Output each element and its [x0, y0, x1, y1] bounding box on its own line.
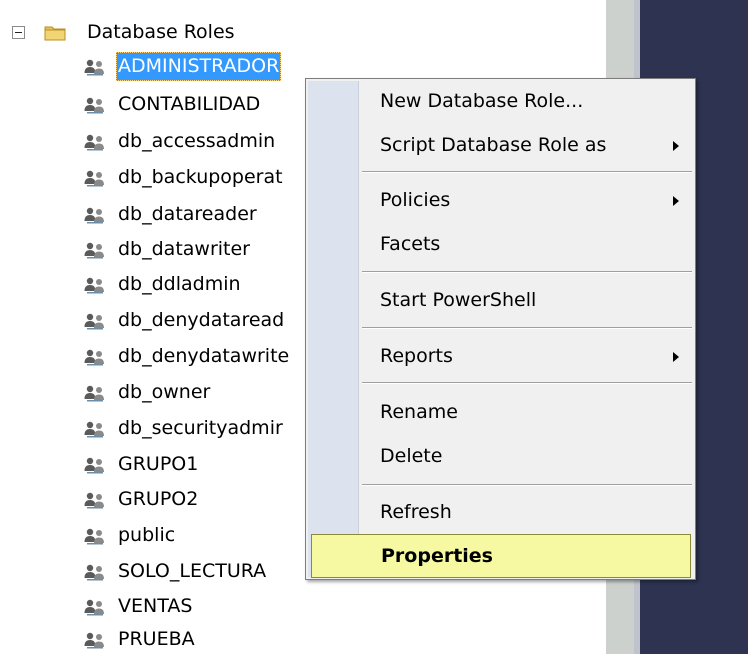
database-role-icon [84, 528, 104, 545]
database-role-icon [84, 170, 104, 187]
menu-separator [362, 484, 692, 486]
database-role-icon [84, 349, 104, 366]
database-role-icon [84, 421, 104, 438]
menu-item-rename[interactable]: Rename [308, 390, 693, 434]
menu-item-start-powershell[interactable]: Start PowerShell [308, 278, 693, 322]
menu-item-label: Refresh [380, 501, 452, 523]
collapse-minus-icon[interactable] [12, 26, 25, 39]
folder-icon [44, 26, 66, 41]
role-label: db_backupoperat [118, 166, 283, 188]
database-role-icon [84, 207, 104, 224]
role-label: SOLO_LECTURA [118, 560, 267, 582]
menu-item-properties[interactable]: Properties [311, 534, 691, 578]
role-label: db_denydatawrite [118, 345, 290, 367]
role-label: db_ddladmin [118, 273, 241, 295]
database-role-icon [84, 385, 104, 402]
database-roles-folder-label[interactable]: Database Roles [87, 18, 235, 46]
menu-item-delete[interactable]: Delete [308, 434, 693, 478]
database-role-icon [84, 632, 104, 649]
submenu-arrow-icon [673, 352, 679, 362]
role-label: PRUEBA [118, 628, 195, 650]
menu-separator [362, 271, 692, 273]
menu-item-reports[interactable]: Reports [308, 334, 693, 378]
menu-item-label: Policies [380, 189, 451, 211]
role-label: VENTAS [118, 595, 193, 617]
context-menu: New Database Role... Script Database Rol… [305, 78, 696, 580]
database-role-icon [84, 313, 104, 330]
submenu-arrow-icon [673, 196, 679, 206]
menu-item-refresh[interactable]: Refresh [308, 490, 693, 534]
menu-item-facets[interactable]: Facets [308, 222, 693, 266]
role-label: db_datawriter [118, 238, 250, 260]
role-label: db_accessadmin [118, 130, 276, 152]
database-role-icon [84, 277, 104, 294]
menu-item-label: Properties [381, 545, 493, 567]
role-label: public [118, 524, 176, 546]
menu-separator [362, 382, 692, 384]
role-label: GRUPO2 [118, 488, 199, 510]
menu-item-label: Facets [380, 233, 441, 255]
menu-item-script-database-role-as[interactable]: Script Database Role as [308, 123, 693, 167]
menu-separator [362, 171, 692, 173]
database-role-icon [84, 564, 104, 581]
role-label: db_denydataread [118, 309, 285, 331]
database-role-icon [84, 457, 104, 474]
submenu-arrow-icon [673, 141, 679, 151]
menu-item-label: Script Database Role as [380, 134, 607, 156]
menu-item-label: Delete [380, 445, 443, 467]
menu-item-label: Start PowerShell [380, 289, 537, 311]
database-role-icon [84, 134, 104, 151]
menu-item-new-database-role[interactable]: New Database Role... [308, 79, 693, 123]
database-role-icon [84, 599, 104, 616]
database-role-icon [84, 492, 104, 509]
role-label: GRUPO1 [118, 453, 199, 475]
menu-item-policies[interactable]: Policies [308, 178, 693, 222]
database-role-icon [84, 242, 104, 259]
database-role-icon [84, 97, 104, 114]
role-label: ADMINISTRADOR [116, 52, 282, 81]
menu-item-label: Reports [380, 345, 453, 367]
menu-separator [362, 327, 692, 329]
role-label: db_datareader [118, 203, 257, 225]
role-label: CONTABILIDAD [118, 93, 261, 115]
database-role-icon [84, 59, 104, 76]
role-label: db_owner [118, 381, 211, 403]
role-label: db_securityadmir [118, 417, 283, 439]
menu-item-label: New Database Role... [380, 90, 584, 112]
menu-item-label: Rename [380, 401, 458, 423]
